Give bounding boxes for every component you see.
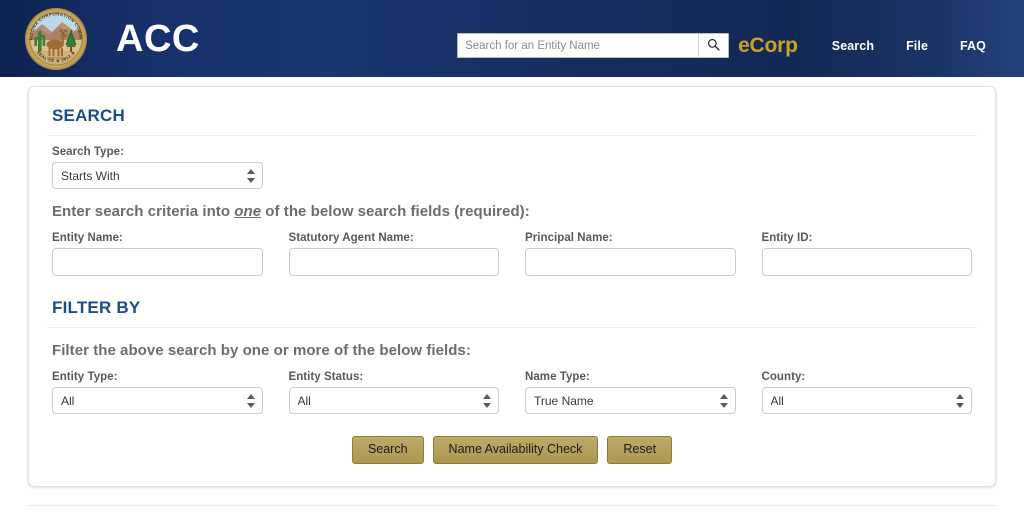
arizona-corporation-commission-seal-icon: DITAT DEUS THE ARIZONA CORPORATION COMMI…: [16, 3, 94, 71]
page-content: SEARCH Search Type: Starts With Enter se…: [0, 77, 1024, 506]
search-button[interactable]: Search: [351, 436, 424, 464]
header-search-box[interactable]: [457, 33, 730, 58]
name-availability-check-button[interactable]: Name Availability Check: [432, 436, 599, 464]
name-type-select-wrap[interactable]: True Name: [525, 387, 736, 414]
footer-divider: [28, 504, 996, 506]
hint-text-before: Enter search criteria into: [52, 203, 235, 220]
nav-link-file[interactable]: File: [906, 39, 928, 53]
search-type-group: Search Type: Starts With: [52, 146, 263, 189]
search-section-divider: [47, 135, 977, 136]
filter-group-county: County: All: [761, 371, 972, 414]
entity-id-input[interactable]: [761, 248, 972, 276]
filter-section-divider: [47, 327, 977, 328]
search-type-select[interactable]: Starts With: [52, 162, 263, 189]
entity-name-label: Entity Name:: [52, 232, 123, 244]
entity-type-select[interactable]: All: [52, 387, 263, 414]
filter-group-entity-type: Entity Type: All: [52, 371, 263, 414]
nav-link-search[interactable]: Search: [832, 39, 874, 53]
hint-text-after: of the below search fields (required):: [261, 203, 530, 220]
search-section-title: SEARCH: [52, 106, 125, 125]
name-type-label: Name Type:: [525, 371, 590, 383]
name-type-select[interactable]: True Name: [525, 387, 736, 414]
search-icon: [707, 38, 720, 54]
field-group-entity-id: Entity ID:: [761, 232, 972, 276]
entity-id-label: Entity ID:: [761, 232, 813, 244]
filter-group-name-type: Name Type: True Name: [525, 371, 736, 414]
county-select-wrap[interactable]: All: [761, 387, 972, 414]
entity-status-select[interactable]: All: [288, 387, 499, 414]
entity-status-select-wrap[interactable]: All: [288, 387, 499, 414]
search-input[interactable]: [458, 34, 699, 57]
field-group-entity-name: Entity Name:: [52, 232, 263, 276]
filter-fields-row: Entity Type: All Entity Status: All Name…: [52, 371, 972, 414]
header-brand: DITAT DEUS THE ARIZONA CORPORATION COMMI…: [0, 3, 200, 71]
entity-name-input[interactable]: [52, 248, 263, 276]
entity-type-select-wrap[interactable]: All: [52, 387, 263, 414]
search-type-label: Search Type:: [52, 146, 124, 158]
filter-hint: Filter the above search by one or more o…: [52, 342, 471, 359]
nav-link-faq[interactable]: FAQ: [960, 39, 986, 53]
principal-name-label: Principal Name:: [525, 232, 613, 244]
search-criteria-hint: Enter search criteria into one of the be…: [52, 203, 977, 220]
action-buttons: Search Name Availability Check Reset: [47, 436, 977, 464]
entity-type-label: Entity Type:: [52, 371, 118, 383]
search-card: SEARCH Search Type: Starts With Enter se…: [28, 86, 996, 487]
main-nav: Search File FAQ: [832, 39, 986, 53]
brand-title: ACC: [116, 17, 200, 60]
filter-section-title: FILTER BY: [52, 298, 141, 317]
entity-status-label: Entity Status:: [288, 371, 364, 383]
search-submit-button[interactable]: [698, 34, 729, 57]
statutory-agent-name-input[interactable]: [288, 248, 499, 276]
principal-name-input[interactable]: [525, 248, 736, 276]
search-fields-row: Entity Name: Statutory Agent Name: Princ…: [52, 232, 972, 276]
filter-group-entity-status: Entity Status: All: [288, 371, 499, 414]
county-select[interactable]: All: [761, 387, 972, 414]
search-type-select-wrap[interactable]: Starts With: [52, 162, 263, 189]
site-header: DITAT DEUS THE ARIZONA CORPORATION COMMI…: [0, 0, 1024, 77]
reset-button[interactable]: Reset: [607, 436, 673, 464]
hint-emphasis: one: [234, 203, 262, 220]
header-utilities: eCorp Search File FAQ: [457, 7, 1024, 77]
field-group-statutory-agent-name: Statutory Agent Name:: [288, 232, 499, 276]
ecorp-logo[interactable]: eCorp: [738, 35, 798, 56]
field-group-principal-name: Principal Name:: [525, 232, 736, 276]
county-label: County:: [761, 371, 806, 383]
statutory-agent-name-label: Statutory Agent Name:: [288, 232, 414, 244]
